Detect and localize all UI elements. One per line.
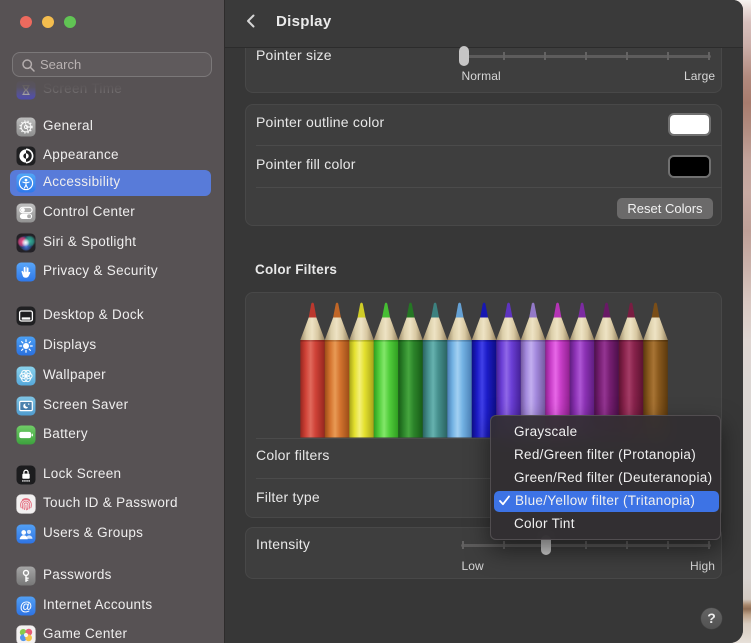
svg-text:@: @ xyxy=(20,599,32,613)
